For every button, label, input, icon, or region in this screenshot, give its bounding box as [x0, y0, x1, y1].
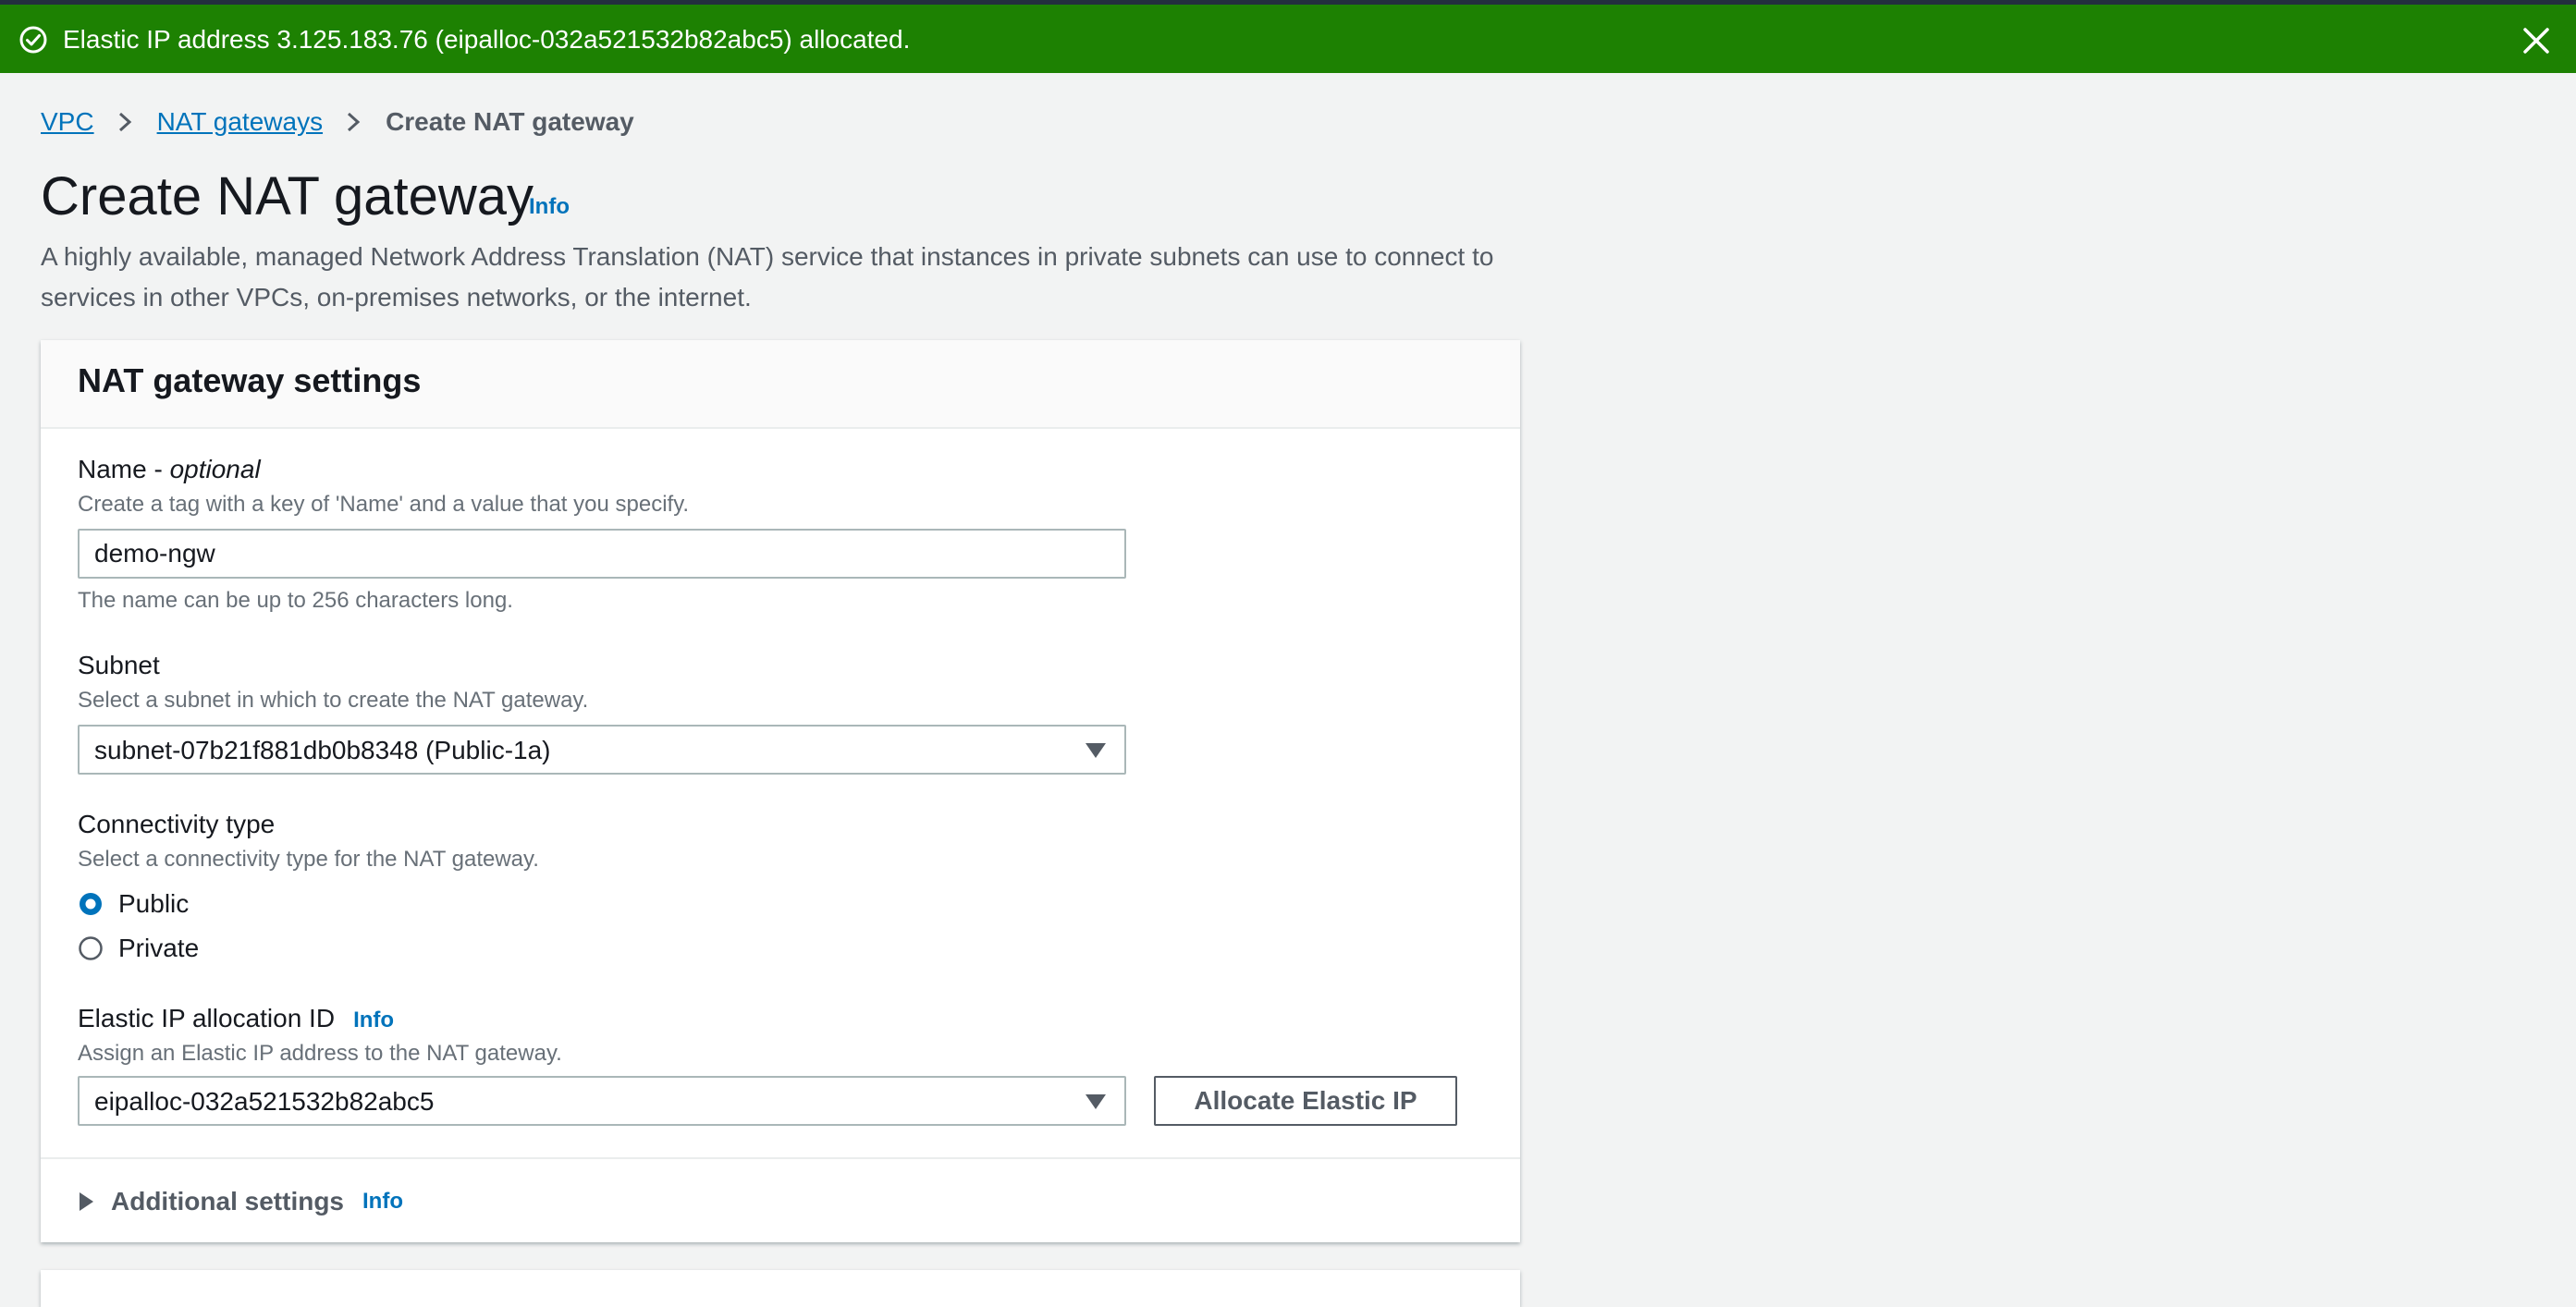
name-label-text: Name - — [78, 455, 170, 483]
subnet-hint: Select a subnet in which to create the N… — [78, 688, 589, 713]
radio-option-private[interactable]: Private — [78, 932, 199, 965]
page-description: A highly available, managed Network Addr… — [41, 242, 1494, 311]
allocate-elastic-ip-button[interactable]: Allocate Elastic IP — [1154, 1076, 1457, 1126]
flash-message: Elastic IP address 3.125.183.76 (eipallo… — [63, 25, 911, 54]
next-panel-edge — [41, 1270, 1520, 1307]
title-info-link[interactable]: Info — [529, 194, 570, 220]
nat-gateway-settings-panel: NAT gateway settings Name - optional Cre… — [41, 340, 1520, 1242]
breadcrumb-current: Create NAT gateway — [386, 107, 634, 136]
chevron-right-icon — [348, 112, 361, 132]
name-input[interactable] — [78, 529, 1126, 579]
radio-label-private: Private — [118, 934, 200, 962]
radio-option-public[interactable]: Public — [78, 887, 189, 921]
subnet-label: Subnet — [78, 651, 160, 679]
eip-select[interactable]: eipalloc-032a521532b82abc5 — [78, 1076, 1126, 1126]
close-icon[interactable] — [2521, 25, 2552, 56]
breadcrumb-link-vpc[interactable]: VPC — [41, 105, 94, 139]
divider — [41, 1157, 1520, 1159]
check-circle-icon — [19, 26, 47, 54]
eip-label: Elastic IP allocation ID — [78, 1004, 336, 1032]
radio-selected-icon[interactable] — [78, 891, 104, 917]
panel-header: NAT gateway settings — [41, 340, 1520, 429]
panel-heading: NAT gateway settings — [78, 361, 422, 399]
breadcrumb-link-nat-gateways[interactable]: NAT gateways — [157, 105, 323, 139]
eip-label-row: Elastic IP allocation ID Info — [78, 1002, 394, 1037]
radio-label-public: Public — [118, 889, 190, 918]
name-constraint: The name can be up to 256 characters lon… — [78, 588, 513, 613]
additional-settings-expander[interactable]: Additional settings Info — [78, 1185, 403, 1218]
caret-down-icon — [1086, 743, 1106, 758]
eip-hint: Assign an Elastic IP address to the NAT … — [78, 1041, 562, 1066]
name-hint: Create a tag with a key of 'Name' and a … — [78, 492, 690, 517]
page-title: Create NAT gateway — [41, 166, 534, 226]
connectivity-label: Connectivity type — [78, 810, 276, 838]
additional-settings-label: Additional settings — [111, 1187, 344, 1215]
name-label-optional: optional — [169, 455, 261, 483]
connectivity-hint: Select a connectivity type for the NAT g… — [78, 847, 539, 872]
chevron-right-icon — [118, 112, 131, 132]
caret-right-icon — [80, 1192, 93, 1211]
subnet-select[interactable]: subnet-07b21f881db0b8348 (Public-1a) — [78, 725, 1126, 775]
caret-down-icon — [1086, 1094, 1106, 1109]
name-label: Name - optional — [78, 453, 261, 486]
radio-unselected-icon[interactable] — [78, 935, 104, 961]
eip-select-value: eipalloc-032a521532b82abc5 — [94, 1087, 435, 1116]
additional-settings-info-link[interactable]: Info — [362, 1189, 403, 1215]
breadcrumb: VPC NAT gateways Create NAT gateway — [41, 105, 634, 139]
eip-info-link[interactable]: Info — [353, 1008, 394, 1032]
subnet-select-value: subnet-07b21f881db0b8348 (Public-1a) — [94, 736, 551, 764]
success-flash-banner: Elastic IP address 3.125.183.76 (eipallo… — [0, 5, 2576, 73]
